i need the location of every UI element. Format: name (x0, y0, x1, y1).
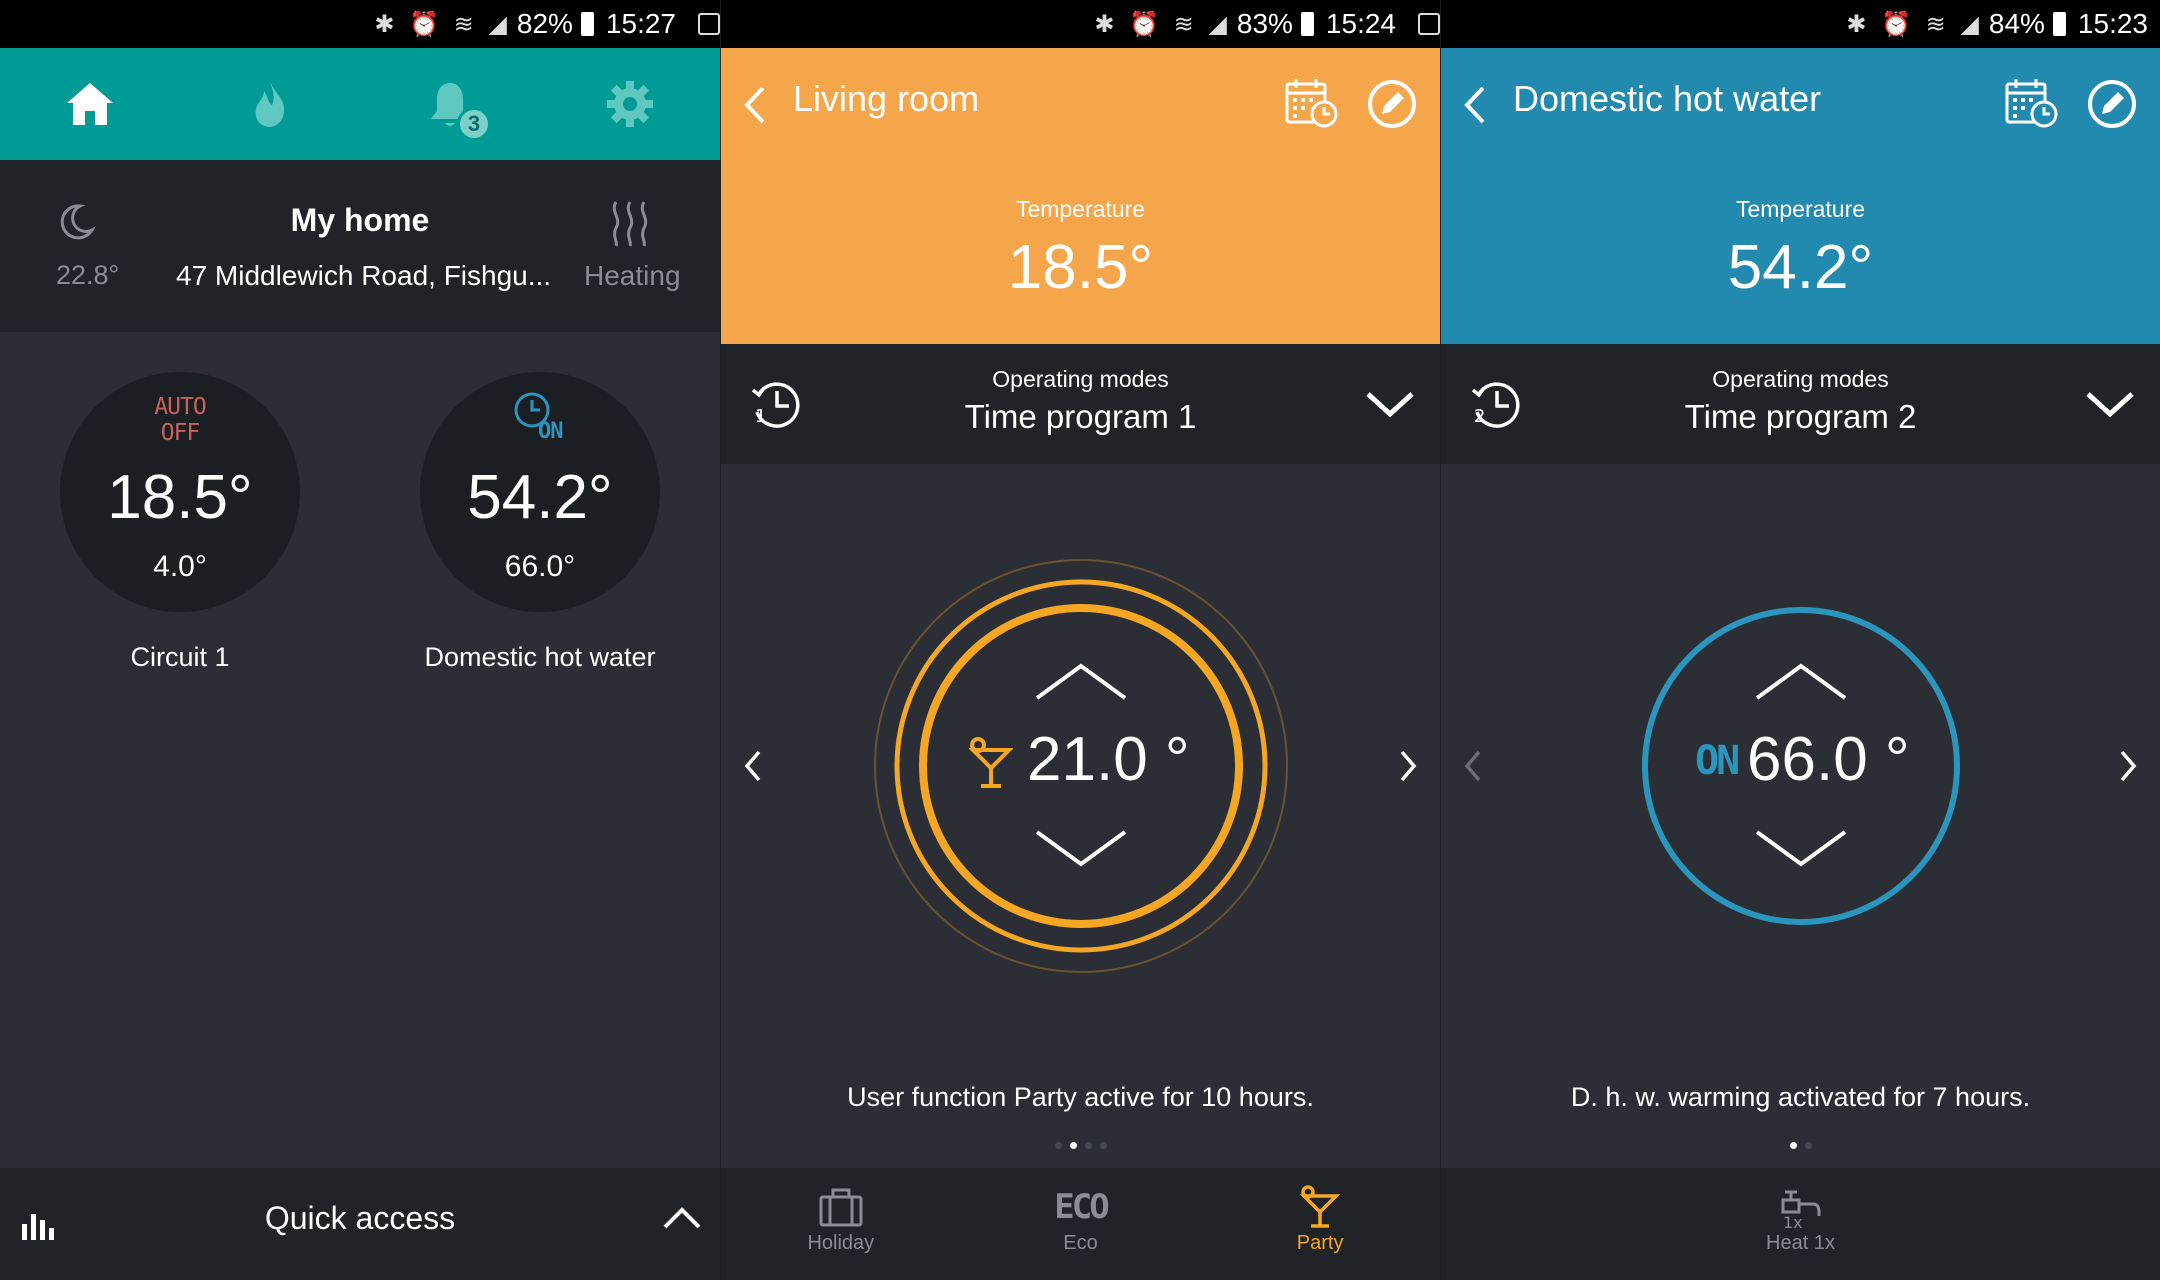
quick-access-bar[interactable]: Quick access (0, 1168, 720, 1280)
setpoint-temperature: 66.0 ° (1747, 725, 1910, 794)
increase-temperature-button[interactable] (1031, 660, 1131, 704)
setpoint-temperature: 21.0 ° (1027, 725, 1190, 794)
setpoint-temperature: 4.0° (153, 550, 207, 583)
bell-icon[interactable]: 3 (405, 59, 495, 149)
suitcase-icon (818, 1182, 864, 1232)
page-indicator (721, 1142, 1440, 1149)
notification-badge: 3 (457, 107, 491, 141)
user-functions-bar: Holiday ECO Eco Party (721, 1168, 1440, 1280)
holiday-button[interactable]: Holiday (761, 1168, 921, 1280)
on-mode-label: ON (1695, 738, 1740, 784)
top-navigation: 3 (0, 48, 720, 160)
gear-icon[interactable] (585, 59, 675, 149)
page-dot (1084, 1142, 1092, 1149)
living-room-screen: ✱ ⏰ ≋ ◢ 83% 15:24 Living room Temperatur… (720, 0, 1440, 1280)
chevron-up-icon[interactable] (662, 1206, 702, 1235)
current-temperature: 54.2° (467, 463, 613, 532)
function-status-text: D. h. w. warming activated for 7 hours. (1570, 1082, 2031, 1112)
chevron-up-icon (1035, 663, 1127, 700)
heat-1x-button[interactable]: 1x Heat 1x (1721, 1168, 1881, 1280)
decrease-temperature-button[interactable] (1751, 826, 1851, 870)
heating-label: Heating (584, 260, 681, 291)
user-functions-bar: 1x Heat 1x (1441, 1168, 2160, 1280)
holiday-label: Holiday (807, 1232, 875, 1254)
setpoint-temperature: 66.0° (504, 550, 576, 583)
clock-on-mode-icon: ON (420, 390, 660, 440)
page-dot-active (1789, 1142, 1797, 1149)
eco-button[interactable]: ECO Eco (1000, 1168, 1160, 1280)
flame-icon[interactable] (225, 59, 315, 149)
hot-water-tile[interactable]: ON 54.2° 66.0° (420, 372, 660, 612)
outside-temperature: 22.8° (56, 260, 120, 290)
page-dot (1804, 1142, 1812, 1149)
next-arrow-icon[interactable] (2116, 746, 2140, 791)
status-icons: ✱ ⏰ ≋ ◢ (374, 10, 511, 38)
decrease-temperature-button[interactable] (1031, 826, 1131, 870)
page-indicator (1441, 1142, 2160, 1149)
previous-arrow-icon[interactable] (741, 746, 765, 791)
party-cocktail-icon (968, 736, 1014, 795)
battery-percent: 82% (516, 8, 573, 39)
circuit-1-label: Circuit 1 (130, 642, 230, 672)
chevron-down-icon (1755, 830, 1847, 867)
party-label: Party (1296, 1232, 1344, 1254)
circuit-1-tile[interactable]: AUTO OFF 18.5° 4.0° (60, 372, 300, 612)
page-dot-active (1069, 1142, 1077, 1149)
home-icon[interactable] (45, 59, 135, 149)
svg-text:ON: ON (538, 419, 563, 440)
eco-label: Eco (1063, 1232, 1098, 1254)
party-button[interactable]: Party (1240, 1168, 1400, 1280)
eco-icon: ECO (1054, 1187, 1109, 1227)
heating-icon (608, 198, 654, 255)
page-dot (1054, 1142, 1062, 1149)
home-address: 47 Middlewich Road, Fishgu... (176, 260, 552, 291)
page-dot (1099, 1142, 1107, 1149)
battery-icon (580, 12, 594, 36)
quick-access-label: Quick access (264, 1200, 456, 1236)
clock: 15:27 (605, 8, 676, 39)
home-summary[interactable]: 22.8° My home 47 Middlewich Road, Fishgu… (0, 160, 720, 332)
svg-text:1x: 1x (1783, 1213, 1803, 1230)
previous-arrow-icon[interactable] (1461, 746, 1485, 791)
tap-icon: 1x (1779, 1182, 1823, 1232)
auto-off-mode-icon: AUTO OFF (154, 394, 206, 446)
chevron-down-icon (1035, 830, 1127, 867)
hot-water-label: Domestic hot water (424, 642, 656, 672)
gallery-icon (698, 13, 720, 35)
current-temperature: 18.5° (107, 463, 253, 532)
next-arrow-icon[interactable] (1396, 746, 1420, 791)
cocktail-icon (1300, 1182, 1341, 1232)
increase-temperature-button[interactable] (1751, 660, 1851, 704)
overview-screen: ✱ ⏰ ≋ ◢ 82% 15:27 3 22.8° My home 47 Mid… (0, 0, 720, 1280)
status-bar: ✱ ⏰ ≋ ◢ 82% 15:27 (0, 0, 720, 48)
function-status-text: User function Party active for 10 hours. (847, 1082, 1314, 1112)
chevron-up-icon (1755, 663, 1847, 700)
hot-water-screen: ✱ ⏰ ≋ ◢ 84% 15:23 Domestic hot water Tem… (1440, 0, 2160, 1280)
heat-1x-label: Heat 1x (1766, 1232, 1835, 1254)
